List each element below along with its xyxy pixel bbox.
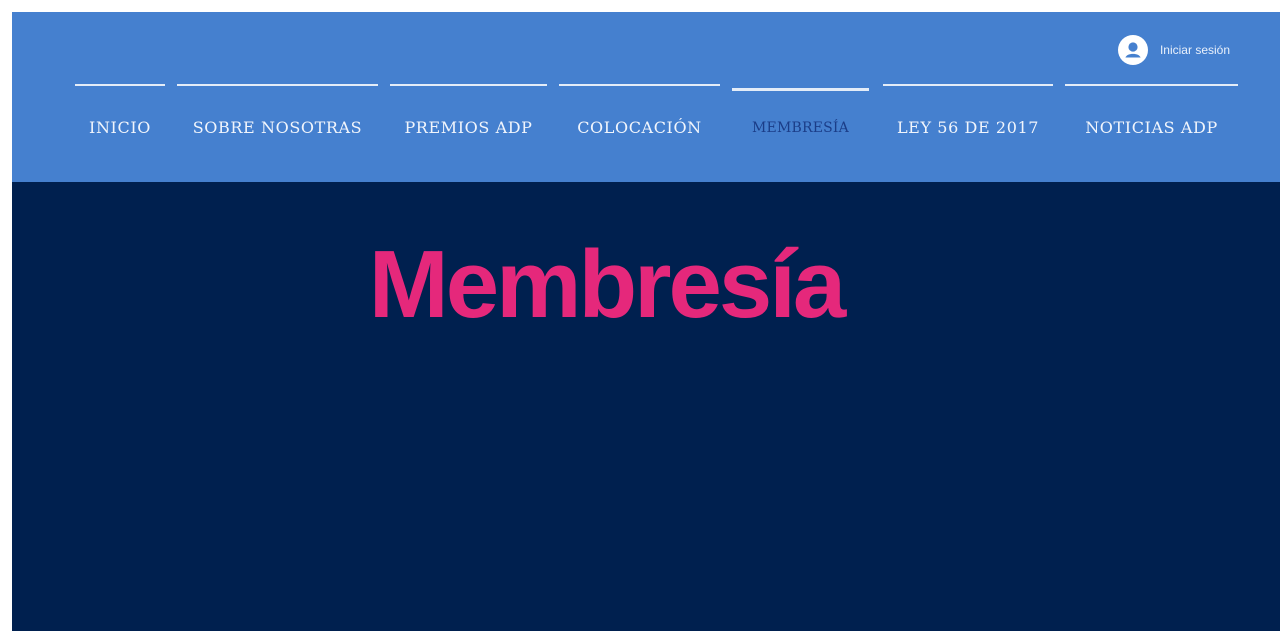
nav-item-ley-56[interactable]: LEY 56 DE 2017: [883, 82, 1053, 142]
nav-divider: [732, 88, 869, 91]
nav-item-membresia[interactable]: MEMBRESÍA: [732, 82, 869, 142]
nav-divider: [1065, 84, 1238, 86]
nav-label: COLOCACIÓN: [577, 118, 702, 137]
hero-section: Membresía: [12, 182, 1280, 631]
nav-item-premios-adp[interactable]: PREMIOS ADP: [390, 82, 547, 142]
nav-label: PREMIOS ADP: [404, 118, 533, 137]
nav-label: INICIO: [89, 118, 151, 137]
nav-label: LEY 56 DE 2017: [896, 118, 1040, 137]
login-label: Iniciar sesión: [1159, 43, 1230, 57]
nav-label: MEMBRESÍA: [752, 120, 849, 136]
nav-divider: [75, 84, 165, 86]
main-nav: INICIO SOBRE NOSOTRAS PREMIOS ADP COLOCA…: [75, 82, 1238, 142]
nav-item-colocacion[interactable]: COLOCACIÓN: [559, 82, 720, 142]
nav-divider: [177, 84, 378, 86]
login-button[interactable]: Iniciar sesión: [1117, 33, 1230, 67]
nav-divider: [390, 84, 547, 86]
nav-item-inicio[interactable]: INICIO: [75, 82, 165, 142]
nav-item-sobre-nosotras[interactable]: SOBRE NOSOTRAS: [177, 82, 378, 142]
site-header: Iniciar sesión INICIO SOBRE NOSOTRAS PRE…: [12, 12, 1280, 182]
user-avatar-icon: [1117, 35, 1148, 65]
nav-divider: [559, 84, 720, 86]
nav-item-noticias-adp[interactable]: NOTICIAS ADP: [1065, 82, 1238, 142]
nav-divider: [883, 84, 1053, 86]
nav-label: NOTICIAS ADP: [1085, 118, 1218, 137]
page: Iniciar sesión INICIO SOBRE NOSOTRAS PRE…: [12, 12, 1280, 631]
nav-label: SOBRE NOSOTRAS: [192, 118, 363, 137]
page-title: Membresía: [368, 231, 847, 338]
